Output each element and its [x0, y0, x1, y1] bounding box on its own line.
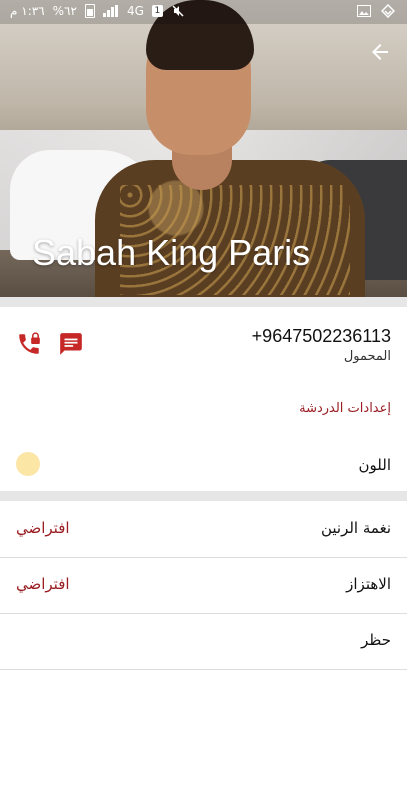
status-time: ١:٣٦ م [10, 4, 45, 18]
color-label[interactable]: اللون [359, 456, 391, 474]
chat-settings-header: إعدادات الدردشة [299, 401, 391, 416]
contact-name: Sabah King Paris [32, 232, 311, 273]
phone-type-label: المحمول [343, 349, 391, 364]
vpn-icon [381, 4, 395, 18]
section-divider [0, 491, 407, 501]
image-icon [357, 5, 371, 17]
contact-photo: Sabah King Paris [0, 0, 407, 297]
ringtone-row[interactable]: نغمة الرنين افتراضي [0, 501, 407, 558]
secure-call-icon[interactable] [16, 331, 42, 357]
ringtone-label: نغمة الرنين [320, 519, 391, 537]
vibration-value: افتراضي [16, 575, 70, 593]
color-swatch[interactable] [16, 452, 40, 476]
message-icon[interactable] [58, 331, 84, 357]
status-sim: 1 [151, 5, 163, 17]
ringtone-value: افتراضي [16, 519, 70, 537]
status-network: 4G [126, 4, 144, 18]
vibration-label: الاهتزاز [346, 575, 391, 593]
section-divider [0, 297, 407, 307]
vibration-row[interactable]: الاهتزاز افتراضي [0, 557, 407, 614]
phone-number[interactable]: +9647502236113 [252, 326, 391, 347]
block-label: حظر [361, 631, 391, 649]
back-arrow-icon[interactable] [368, 40, 392, 64]
battery-icon [84, 4, 95, 18]
status-bar: ١:٣٦ م %٦٢ 4G 1 [0, 0, 407, 24]
block-row[interactable]: حظر [0, 613, 407, 670]
mute-icon [172, 5, 184, 17]
status-battery-text: %٦٢ [52, 4, 77, 18]
signal-icon [102, 5, 119, 17]
